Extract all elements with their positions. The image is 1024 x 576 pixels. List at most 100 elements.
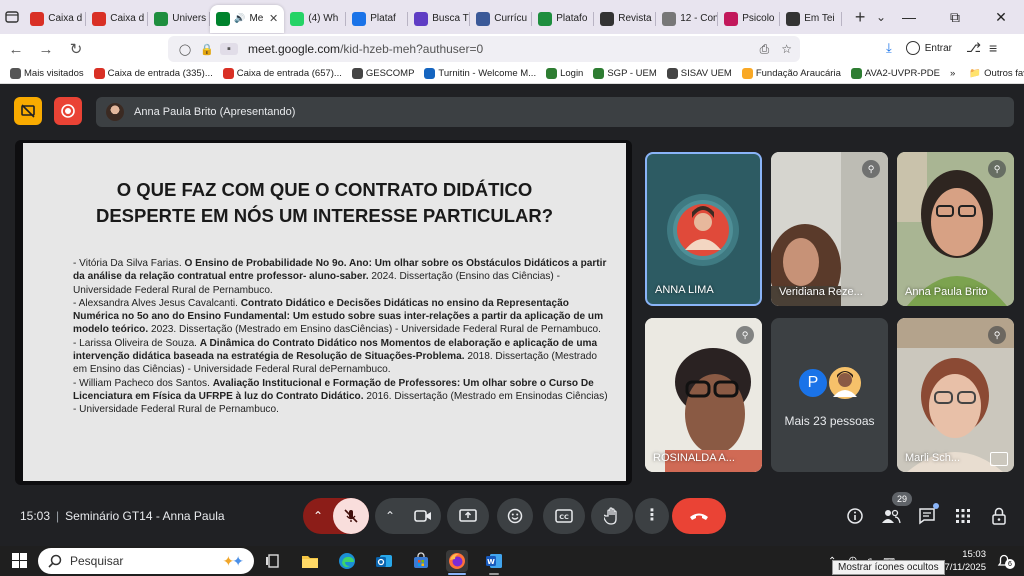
bookmark-item[interactable]: Turnitin - Welcome M...	[424, 68, 536, 79]
start-button[interactable]	[12, 553, 27, 573]
camera-permission-icon[interactable]: ▪	[220, 43, 238, 55]
ava-icon	[850, 68, 862, 79]
activities-button[interactable]	[953, 506, 973, 526]
present-screen-button[interactable]	[447, 498, 489, 534]
presentation-toggle-button[interactable]	[14, 97, 42, 125]
url-bar[interactable]: ◯ 🔒 ▪ meet.google.com/kid-hzeb-meh?authu…	[168, 36, 800, 62]
browser-tab[interactable]: Em Tei	[780, 5, 843, 33]
file-explorer-button[interactable]	[299, 550, 321, 572]
tab-list-dropdown-button[interactable]: ⌄	[876, 10, 886, 24]
search-placeholder: Pesquisar	[70, 554, 124, 568]
bookmark-item[interactable]: Fundação Araucária	[741, 68, 841, 79]
browser-tab[interactable]: Revista	[594, 5, 657, 33]
more-vertical-icon: ⋮	[644, 507, 660, 524]
download-icon[interactable]: ⤓	[886, 40, 892, 56]
browser-tab[interactable]: 🔊 Me ✕	[210, 4, 285, 33]
menu-icon[interactable]: ≡	[989, 40, 997, 56]
minimize-button[interactable]: —	[886, 0, 932, 34]
leave-call-button[interactable]	[672, 498, 726, 534]
browser-tab[interactable]: Busca T	[408, 5, 471, 33]
browser-tab[interactable]: Caixa d	[24, 5, 87, 33]
plataforma-icon	[538, 11, 553, 26]
edge-button[interactable]	[336, 550, 358, 572]
reference-entry: - Larissa Oliveira de Souza. A Dinâmica …	[73, 337, 613, 377]
maximize-button[interactable]: ⧉	[932, 0, 978, 34]
close-icon: ✕	[995, 8, 1007, 25]
mic-off-icon: ⚲	[993, 329, 1001, 340]
mic-off-badge: ⚲	[988, 326, 1006, 344]
participant-tile[interactable]: ⚲ Veridiana Reze...	[771, 152, 888, 306]
browser-tab[interactable]: Plataf	[346, 5, 409, 33]
new-tab-button[interactable]: +	[852, 7, 868, 28]
mic-toggle-button[interactable]	[333, 498, 369, 534]
close-tab-icon[interactable]: ✕	[269, 12, 278, 25]
bookmark-item[interactable]: GESCOMP	[351, 68, 414, 79]
bookmark-item[interactable]: AVA2-UVPR-PDE	[850, 68, 940, 79]
tab-overview-button[interactable]	[0, 0, 24, 34]
browser-tab[interactable]: Caixa d	[86, 5, 149, 33]
bookmark-star-icon[interactable]: ☆	[781, 42, 792, 57]
presenter-bar: Anna Paula Brito (Apresentando)	[96, 97, 1014, 127]
firefox-button[interactable]	[446, 550, 468, 572]
tab-label: Univers	[172, 13, 207, 24]
bookmark-item[interactable]: Login	[546, 68, 583, 79]
more-options-button[interactable]: ⋮	[635, 498, 669, 534]
chat-icon	[919, 508, 935, 525]
bookmark-item[interactable]: Caixa de entrada (657)...	[222, 68, 342, 79]
bookmark-item[interactable]: Mais visitados	[10, 68, 84, 79]
browser-tab[interactable]: 12 - Contril	[656, 5, 719, 33]
recording-button[interactable]	[54, 97, 82, 125]
participant-tile[interactable]: ⚲ ROSINALDA A...	[645, 318, 762, 472]
bookmark-item[interactable]: SISAV UEM	[666, 68, 732, 79]
participant-tile[interactable]: ANNA LIMA	[645, 152, 762, 306]
camera-toggle-button[interactable]	[405, 498, 441, 534]
participant-avatar	[667, 194, 739, 266]
other-bookmarks-folder[interactable]: 📁 Outros favoritos	[969, 68, 1024, 79]
browser-tab[interactable]: Currícu	[470, 5, 533, 33]
extensions-icon[interactable]: ⎇	[966, 40, 981, 56]
chat-button[interactable]	[917, 503, 939, 526]
reactions-button[interactable]	[497, 498, 533, 534]
meeting-details-button[interactable]	[845, 506, 865, 526]
participant-tile[interactable]: ⚲ Marli Sch...	[897, 318, 1014, 472]
browser-tab[interactable]: Psicolo	[718, 5, 781, 33]
browser-tab[interactable]: (4) Wh	[284, 5, 347, 33]
meeting-time: 15:03	[20, 509, 51, 523]
tab-label: (4) Wh	[308, 13, 339, 24]
bookmark-item[interactable]: SGP - UEM	[593, 68, 657, 79]
more-participants-tile[interactable]: P Mais 23 pessoas	[771, 318, 888, 472]
gmail-icon	[93, 68, 105, 79]
record-icon	[61, 104, 75, 118]
task-view-button[interactable]	[262, 550, 284, 572]
signin-button[interactable]: Entrar	[900, 37, 958, 59]
forward-button[interactable]: →	[32, 35, 60, 63]
word-button[interactable]: W	[483, 550, 505, 572]
raise-hand-button[interactable]	[591, 498, 633, 534]
audio-options-button[interactable]: ⌃	[303, 509, 333, 523]
participant-tile[interactable]: ⚲ Anna Paula Brito	[897, 152, 1014, 306]
taskbar-search[interactable]: Pesquisar ✦✦	[38, 548, 254, 574]
turnitin-icon	[424, 68, 436, 79]
video-options-button[interactable]: ⌃	[375, 509, 405, 523]
speaker-icon[interactable]: 🔊	[234, 13, 245, 24]
store-button[interactable]	[410, 550, 432, 572]
notifications-button[interactable]: 6	[996, 553, 1015, 574]
browser-tab[interactable]: Platafo	[532, 5, 595, 33]
people-button[interactable]	[881, 506, 901, 526]
bookmark-item[interactable]: Caixa de entrada (335)...	[93, 68, 213, 79]
close-window-button[interactable]: ✕	[978, 0, 1024, 34]
back-button[interactable]: ←	[2, 35, 30, 63]
reload-button[interactable]: ↻	[62, 35, 90, 63]
captions-button[interactable]: CC	[543, 498, 585, 534]
gmail-icon	[222, 68, 234, 79]
install-icon[interactable]: ⎙	[760, 42, 770, 57]
tab-label: Plataf	[370, 13, 396, 24]
pip-icon[interactable]	[990, 452, 1008, 466]
host-controls-button[interactable]	[989, 506, 1009, 526]
tab-label: 12 - Contril	[680, 13, 719, 24]
svg-text:CC: CC	[559, 513, 569, 521]
edge-icon	[339, 553, 355, 569]
chevron-more-icon[interactable]: »	[950, 68, 955, 79]
outlook-button[interactable]	[373, 550, 395, 572]
browser-tab[interactable]: Univers	[148, 5, 211, 33]
